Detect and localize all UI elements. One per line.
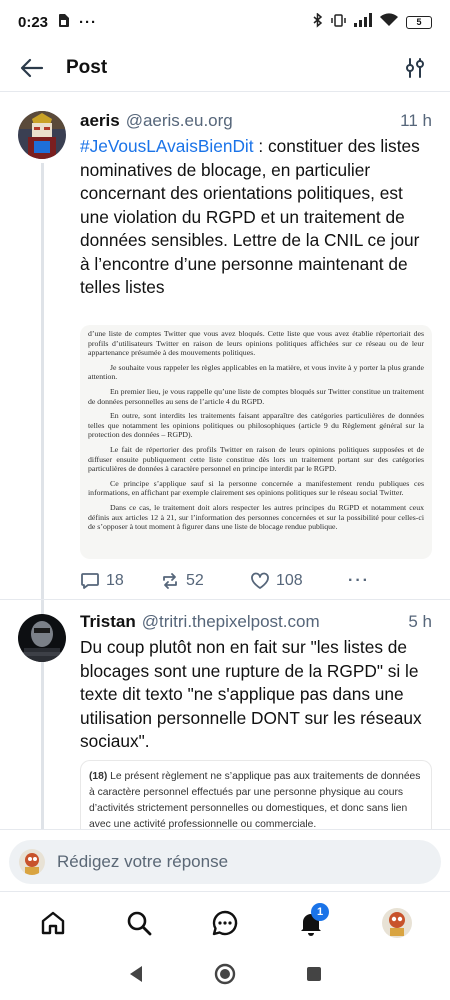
status-right: 5 xyxy=(313,11,432,32)
post-aeris[interactable]: aeris @aeris.eu.org 11 h #JeVousLAvaisBi… xyxy=(0,93,450,599)
more-notifications-icon: ··· xyxy=(79,13,98,31)
post-header: aeris @aeris.eu.org 11 h xyxy=(80,111,432,133)
triangle-back-icon xyxy=(130,966,142,982)
battery-icon: 5 xyxy=(406,15,432,29)
recital-text: Le présent règlement ne s’applique pas a… xyxy=(89,771,421,829)
circle-home-icon xyxy=(214,963,236,985)
letter-paragraph: Ce principe s’applique sauf si la person… xyxy=(88,478,424,498)
thread: aeris @aeris.eu.org 11 h #JeVousLAvaisBi… xyxy=(0,93,450,829)
repost-count: 52 xyxy=(186,572,204,589)
battery-level: 5 xyxy=(416,17,422,27)
system-navigation xyxy=(0,953,450,1000)
reply-button[interactable]: 18 xyxy=(80,572,160,590)
author-handle[interactable]: @tritri.thepixelpost.com xyxy=(142,612,320,632)
more-options-icon: ··· xyxy=(348,572,370,589)
reply-placeholder: Rédigez votre réponse xyxy=(57,852,229,871)
arrow-left-icon xyxy=(20,58,44,77)
reply-icon xyxy=(81,573,99,589)
author-handle[interactable]: @aeris.eu.org xyxy=(126,111,233,131)
avatar[interactable] xyxy=(18,111,66,159)
status-bar: 0:23 ··· 5 xyxy=(0,0,450,44)
system-recents-button[interactable] xyxy=(306,966,322,987)
app-header: Post xyxy=(0,44,450,92)
profile-avatar xyxy=(382,907,412,938)
letter-paragraph: Je souhaite vous rappeler les règles app… xyxy=(88,362,424,382)
post-timestamp: 5 h xyxy=(408,612,432,631)
hashtag-link[interactable]: #JeVousLAvaisBienDit xyxy=(80,136,254,156)
letter-paragraph: En outre, sont interdits les traitements… xyxy=(88,411,424,440)
vibrate-icon xyxy=(331,13,346,31)
cnil-letter-image[interactable]: d’une liste de comptes Twitter que vous … xyxy=(80,325,432,559)
tab-messages[interactable] xyxy=(203,901,247,945)
more-options-button[interactable]: ··· xyxy=(348,572,370,590)
letter-paragraph: d’une liste de comptes Twitter que vous … xyxy=(88,329,424,358)
letter-paragraph: En premier lieu, je vous rappelle qu’une… xyxy=(88,386,424,406)
wifi-icon xyxy=(380,13,398,31)
search-icon xyxy=(127,911,152,935)
tab-search[interactable] xyxy=(117,901,161,945)
system-home-button[interactable] xyxy=(214,963,236,990)
post-text: Du coup plutôt non en fait sur "les list… xyxy=(80,637,422,751)
notifications-badge: 1 xyxy=(311,902,329,921)
post-body: : constituer des listes nominatives de b… xyxy=(80,136,420,297)
letter-paragraph: Le fait de répertorier des profils Twitt… xyxy=(88,444,424,474)
thread-settings-button[interactable] xyxy=(400,53,430,83)
page-title: Post xyxy=(66,56,108,78)
reply-composer: Rédigez votre réponse xyxy=(0,829,450,891)
tab-notifications[interactable]: 1 xyxy=(289,901,333,945)
like-button[interactable]: 108 xyxy=(250,572,348,590)
signal-icon xyxy=(354,13,372,31)
like-count: 108 xyxy=(276,572,303,589)
chat-icon xyxy=(212,910,238,935)
post-tristan[interactable]: Tristan @tritri.thepixelpost.com 5 h Du … xyxy=(0,599,450,829)
sim-card-icon xyxy=(58,13,70,31)
reply-count: 18 xyxy=(106,572,124,589)
sliders-icon xyxy=(406,57,424,78)
author-name[interactable]: Tristan xyxy=(80,612,136,632)
tab-profile[interactable] xyxy=(375,901,419,945)
square-recents-icon xyxy=(307,967,321,981)
post-text: #JeVousLAvaisBienDit : constituer des li… xyxy=(80,135,420,300)
user-avatar xyxy=(19,849,45,875)
status-time: 0:23 xyxy=(18,13,49,31)
back-button[interactable] xyxy=(20,51,54,85)
status-left: 0:23 ··· xyxy=(18,13,98,31)
home-icon xyxy=(41,911,65,934)
quoted-regulation-image[interactable]: (18) Le présent règlement ne s’applique … xyxy=(80,760,432,829)
letter-paragraph: Dans ce cas, le traitement doit alors re… xyxy=(88,502,424,532)
heart-icon xyxy=(251,572,269,589)
post-timestamp: 11 h xyxy=(400,111,432,130)
author-name[interactable]: aeris xyxy=(80,111,120,131)
repost-icon xyxy=(163,573,177,589)
avatar[interactable] xyxy=(18,614,66,662)
reply-input[interactable]: Rédigez votre réponse xyxy=(9,840,441,884)
system-back-button[interactable] xyxy=(128,965,144,988)
repost-button[interactable]: 52 xyxy=(160,572,250,590)
bluetooth-icon xyxy=(313,11,323,32)
recital-number: (18) xyxy=(89,771,108,782)
post-actions: 18 52 108 ··· xyxy=(80,569,380,593)
post-header: Tristan @tritri.thepixelpost.com 5 h xyxy=(80,612,432,634)
bottom-tab-bar: 1 xyxy=(0,891,450,953)
tab-home[interactable] xyxy=(31,901,75,945)
